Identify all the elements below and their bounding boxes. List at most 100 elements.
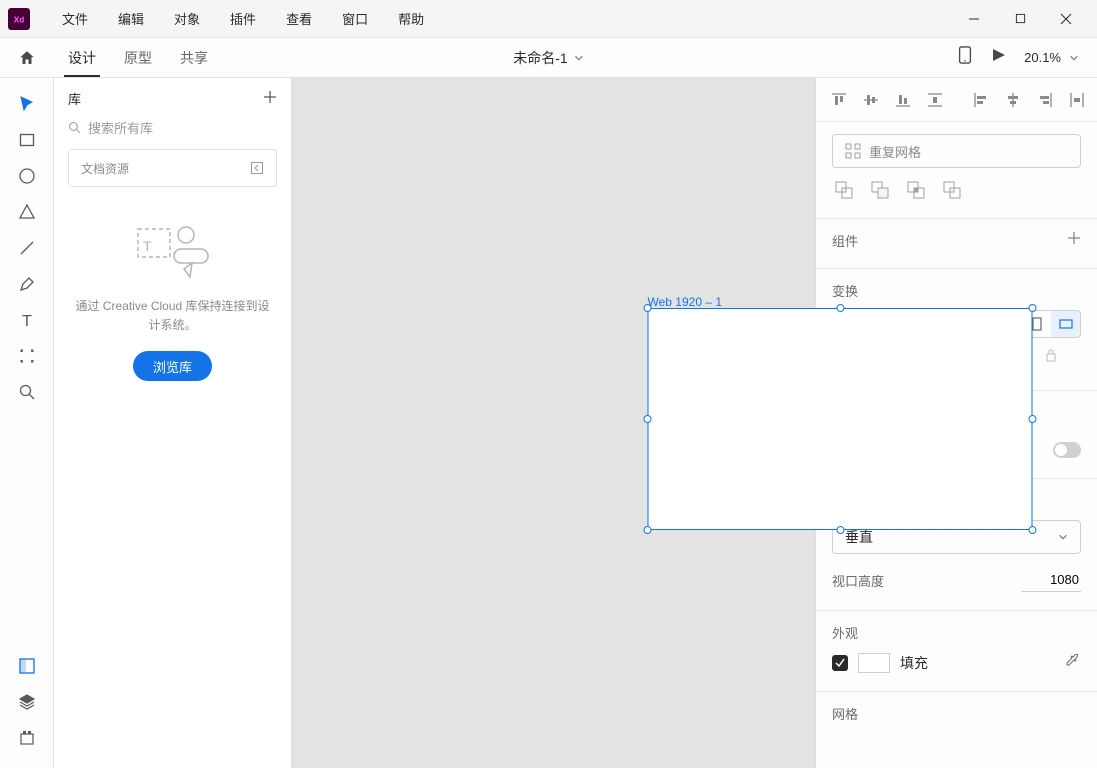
menu-edit[interactable]: 编辑 (110, 5, 152, 32)
lock-aspect-icon[interactable] (1045, 348, 1057, 367)
chevron-down-icon (1058, 532, 1068, 542)
distribute-h-icon[interactable] (1068, 91, 1086, 109)
fill-checkbox[interactable] (832, 655, 848, 671)
component-title: 组件 (832, 231, 858, 250)
repeat-grid-button[interactable]: 重复网格 (832, 134, 1081, 168)
responsive-toggle[interactable] (1053, 442, 1081, 458)
device-preview-icon[interactable] (958, 46, 972, 69)
resize-handle-top[interactable] (836, 304, 844, 312)
close-button[interactable] (1043, 4, 1089, 34)
subtract-icon[interactable] (870, 180, 890, 200)
resize-handle-right[interactable] (1029, 415, 1037, 423)
chevron-down-icon (1069, 53, 1079, 63)
zoom-value: 20.1% (1024, 50, 1061, 65)
menu-plugins[interactable]: 插件 (222, 5, 264, 32)
libraries-panel-icon[interactable] (11, 648, 43, 684)
resize-handle-bottom-right[interactable] (1029, 526, 1037, 534)
scroll-value: 垂直 (845, 527, 873, 547)
minimize-button[interactable] (951, 4, 997, 34)
subbar: 设计 原型 共享 未命名-1 20.1% (0, 38, 1097, 78)
search-icon (68, 121, 82, 135)
tab-prototype[interactable]: 原型 (110, 38, 166, 77)
library-panel: 库 搜索所有库 文档资源 T 通过 Creative Cloud 库保持连接到设… (54, 78, 292, 768)
text-tool[interactable]: T (11, 302, 43, 338)
grid-section: 网格 (816, 692, 1097, 729)
ellipse-tool[interactable] (11, 158, 43, 194)
subbar-right: 20.1% (958, 46, 1097, 69)
artboard-tool[interactable] (11, 338, 43, 374)
rectangle-tool[interactable] (11, 122, 43, 158)
pen-tool[interactable] (11, 266, 43, 302)
boolean-ops (832, 180, 1081, 200)
layers-panel-icon[interactable] (11, 684, 43, 720)
library-title: 库 (68, 89, 81, 108)
svg-text:Xd: Xd (14, 15, 24, 24)
search-placeholder: 搜索所有库 (88, 118, 153, 137)
union-icon[interactable] (834, 180, 854, 200)
library-empty-state: T 通过 Creative Cloud 库保持连接到设计系统。 浏览库 (54, 201, 291, 401)
library-header: 库 (54, 78, 291, 118)
align-vcenter-icon[interactable] (862, 91, 880, 109)
viewport-height-label: 视口高度 (832, 571, 884, 590)
component-section: 组件 (816, 219, 1097, 269)
document-assets-label: 文档资源 (81, 160, 129, 177)
repeat-grid-label: 重复网格 (869, 142, 921, 161)
align-top-icon[interactable] (830, 91, 848, 109)
zoom-tool[interactable] (11, 374, 43, 410)
intersect-icon[interactable] (906, 180, 926, 200)
add-component-icon[interactable] (1067, 231, 1081, 250)
resize-handle-top-right[interactable] (1029, 304, 1037, 312)
alignment-row (816, 78, 1097, 122)
distribute-v-icon[interactable] (926, 91, 944, 109)
window-controls (951, 4, 1089, 34)
library-search[interactable]: 搜索所有库 (68, 118, 277, 137)
resize-handle-bottom-left[interactable] (644, 526, 652, 534)
viewport-height-row: 视口高度 (832, 568, 1081, 592)
grid-icon (845, 143, 861, 159)
resize-handle-left[interactable] (644, 415, 652, 423)
resize-handle-bottom[interactable] (836, 526, 844, 534)
canvas[interactable]: Web 1920 – 1 (292, 78, 816, 768)
grid-title: 网格 (832, 704, 1081, 723)
maximize-button[interactable] (997, 4, 1043, 34)
line-tool[interactable] (11, 230, 43, 266)
resize-handle-top-left[interactable] (644, 304, 652, 312)
tab-share[interactable]: 共享 (166, 38, 222, 77)
empty-state-icon: T (130, 221, 216, 281)
document-title[interactable]: 未命名-1 (513, 48, 583, 68)
eyedropper-icon[interactable] (1065, 652, 1081, 673)
align-right-icon[interactable] (1036, 91, 1054, 109)
svg-text:T: T (143, 238, 152, 254)
library-empty-text: 通过 Creative Cloud 库保持连接到设计系统。 (74, 297, 271, 335)
align-left-icon[interactable] (972, 91, 990, 109)
svg-text:T: T (22, 313, 32, 328)
home-button[interactable] (0, 38, 54, 77)
landscape-button[interactable] (1051, 311, 1080, 337)
align-hcenter-icon[interactable] (1004, 91, 1022, 109)
appearance-title: 外观 (832, 623, 1081, 642)
menu-file[interactable]: 文件 (54, 5, 96, 32)
menu-window[interactable]: 窗口 (334, 5, 376, 32)
fill-row: 填充 (832, 652, 1081, 673)
zoom-control[interactable]: 20.1% (1024, 50, 1079, 65)
document-assets[interactable]: 文档资源 (68, 149, 277, 187)
tab-design[interactable]: 设计 (54, 38, 110, 77)
appearance-section: 外观 填充 (816, 611, 1097, 692)
browse-library-button[interactable]: 浏览库 (133, 351, 212, 381)
align-bottom-icon[interactable] (894, 91, 912, 109)
exclude-icon[interactable] (942, 180, 962, 200)
menu-view[interactable]: 查看 (278, 5, 320, 32)
menus: 文件 编辑 对象 插件 查看 窗口 帮助 (54, 5, 432, 32)
artboard[interactable] (648, 308, 1033, 530)
plugins-panel-icon[interactable] (11, 720, 43, 756)
polygon-tool[interactable] (11, 194, 43, 230)
menu-help[interactable]: 帮助 (390, 5, 432, 32)
add-library-icon[interactable] (263, 90, 277, 107)
menu-object[interactable]: 对象 (166, 5, 208, 32)
back-icon (250, 161, 264, 175)
select-tool[interactable] (11, 86, 43, 122)
play-icon[interactable] (990, 47, 1006, 68)
viewport-height-input[interactable] (1021, 568, 1081, 592)
app-icon: Xd (8, 8, 30, 30)
fill-swatch[interactable] (858, 653, 890, 673)
